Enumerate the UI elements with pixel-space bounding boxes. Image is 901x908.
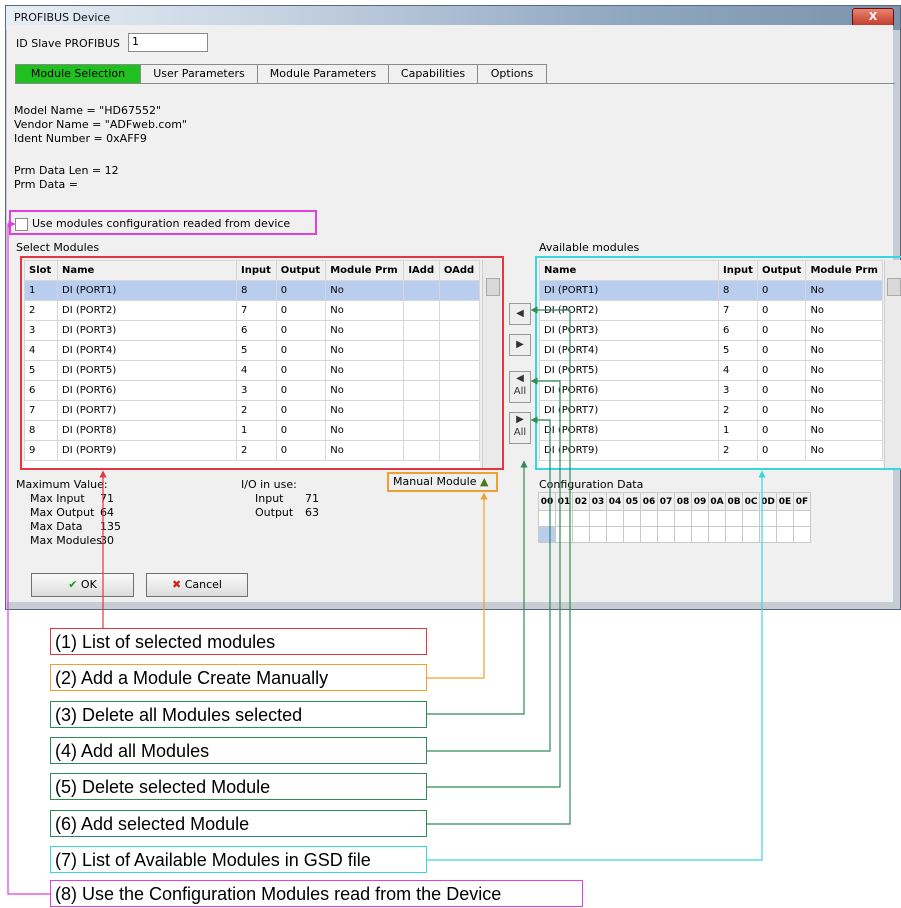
callout-connectors: [7, 220, 766, 895]
